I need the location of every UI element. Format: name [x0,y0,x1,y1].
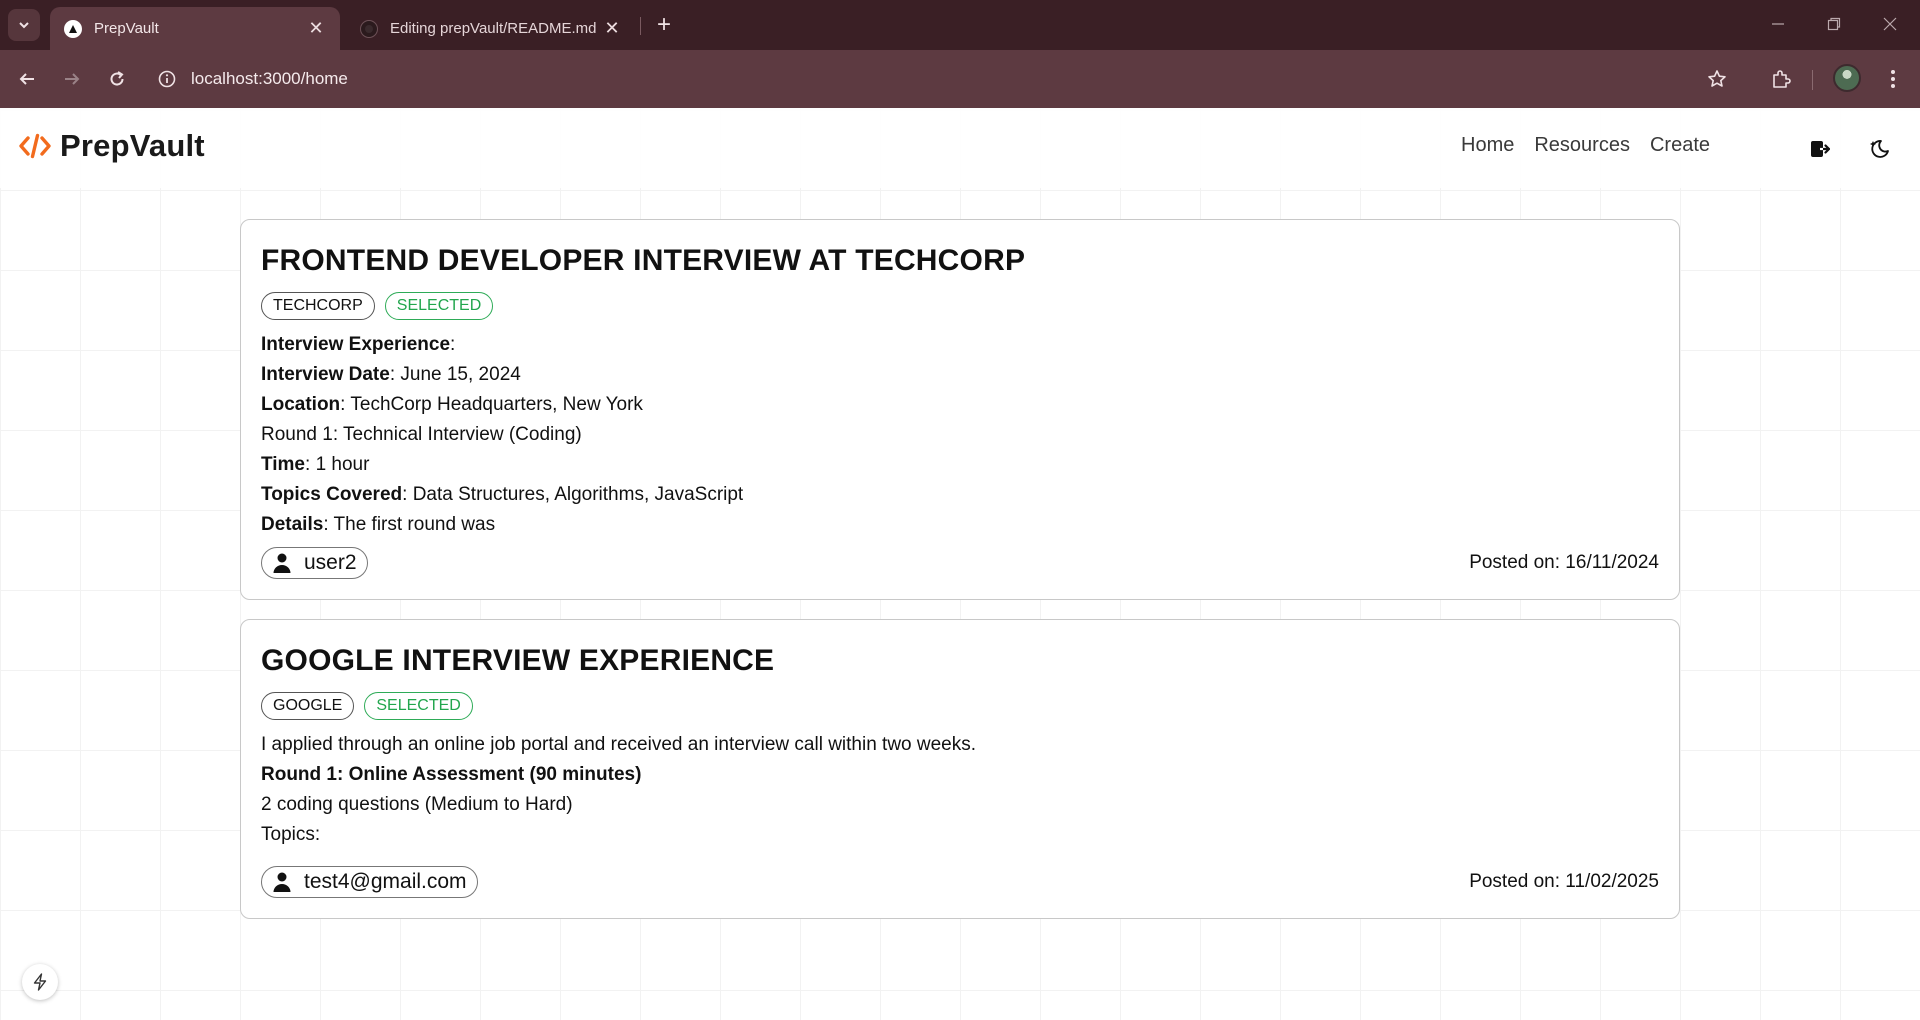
excerpt-line: I applied through an online job portal a… [261,734,977,755]
tab-prepvault[interactable]: PrepVault ✕ [50,7,340,50]
author-chip[interactable]: test4@gmail.com [261,866,478,898]
tab-search-button[interactable] [8,9,40,41]
tab-separator [640,17,641,35]
minimize-icon[interactable] [1758,10,1798,38]
author-name: user2 [304,551,357,574]
company-badge: GOOGLE [261,692,355,720]
browser-tab-bar: PrepVault ✕ Editing prepVault/README.md … [0,0,1920,50]
tab-readme[interactable]: Editing prepVault/README.md ✕ [346,7,636,50]
profile-avatar[interactable] [1833,64,1861,92]
user-icon [272,871,292,893]
status-badge: SELECTED [384,292,494,320]
excerpt-line: Round 1: Technical Interview (Coding) [261,424,582,445]
company-badge: TECHCORP [261,292,375,320]
status-badge: SELECTED [364,692,473,720]
code-brackets-icon [18,129,52,163]
posted-date: Posted on: 11/02/2025 [1469,871,1659,892]
nav-link-resources[interactable]: Resources [1534,134,1630,157]
brand-name: PrepVault [60,128,205,163]
posted-date: Posted on: 16/11/2024 [1469,552,1659,573]
moon-icon[interactable] [1863,132,1897,166]
excerpt-line: Round 1: Online Assessment (90 minutes) [261,764,642,785]
page-viewport: PrepVault Home Resources Create FRONTEND… [0,108,1920,1020]
excerpt-line: Topics: [261,824,321,845]
excerpt-line: Interview Experience: [261,334,456,355]
nav-links: Home Resources Create [1461,134,1710,157]
brand-logo[interactable]: PrepVault [18,128,205,164]
new-tab-button[interactable]: + [650,11,678,39]
arrow-right-icon [65,73,80,85]
close-icon[interactable]: ✕ [306,18,326,39]
github-favicon-icon [360,19,378,38]
lightning-icon [33,973,47,991]
site-navbar: PrepVault Home Resources Create [0,108,1920,188]
tab-title: PrepVault [94,20,159,37]
kebab-menu-icon[interactable] [1876,62,1910,96]
address-bar[interactable]: localhost:3000/home [155,58,1705,100]
excerpt-line: Interview Date: June 15, 2024 [261,364,521,385]
reload-icon [110,71,124,86]
post-title[interactable]: FRONTEND DEVELOPER INTERVIEW AT TECHCORP [261,242,1659,280]
url-text: localhost:3000/home [191,69,348,88]
post-footer: test4@gmail.com Posted on: 11/02/2025 [261,866,1659,898]
restore-icon[interactable] [1814,10,1854,38]
excerpt-line: Details: The first round was [261,514,496,535]
user-icon [272,552,292,574]
tab-title: Editing prepVault/README.md [390,20,597,37]
dev-tools-button[interactable] [22,964,58,1000]
arrow-left-icon [19,73,34,85]
extensions-icon[interactable] [1764,62,1798,96]
back-button[interactable] [10,62,44,96]
close-icon[interactable]: ✕ [602,18,622,39]
logout-icon[interactable] [1803,132,1837,166]
post-tags: GOOGLE SELECTED [261,692,1659,720]
post-excerpt: I applied through an online job portal a… [261,730,1659,850]
nav-link-create[interactable]: Create [1650,134,1710,157]
excerpt-line: Location: TechCorp Headquarters, New Yor… [261,394,643,415]
author-name: test4@gmail.com [304,870,467,893]
nextjs-favicon-icon [64,19,82,38]
toolbar-divider [1812,70,1813,90]
nav-link-home[interactable]: Home [1461,134,1514,157]
post-excerpt: Interview Experience: Interview Date: Ju… [261,330,1659,540]
post-footer: user2 Posted on: 16/11/2024 [261,547,1659,579]
browser-toolbar: localhost:3000/home [0,50,1920,108]
post-title[interactable]: GOOGLE INTERVIEW EXPERIENCE [261,642,1659,680]
post-card[interactable]: GOOGLE INTERVIEW EXPERIENCE GOOGLE SELEC… [240,619,1680,919]
forward-button[interactable] [55,62,89,96]
excerpt-line: Time: 1 hour [261,454,370,475]
site-info-icon[interactable] [155,67,179,91]
post-tags: TECHCORP SELECTED [261,292,1659,320]
excerpt-line: 2 coding questions (Medium to Hard) [261,794,573,815]
author-chip[interactable]: user2 [261,547,368,579]
post-card[interactable]: FRONTEND DEVELOPER INTERVIEW AT TECHCORP… [240,219,1680,600]
reload-button[interactable] [100,62,134,96]
excerpt-line: Topics Covered: Data Structures, Algorit… [261,484,744,505]
window-close-icon[interactable] [1870,10,1910,38]
chevron-down-icon [19,22,29,29]
bookmark-star-icon[interactable] [1700,62,1734,96]
